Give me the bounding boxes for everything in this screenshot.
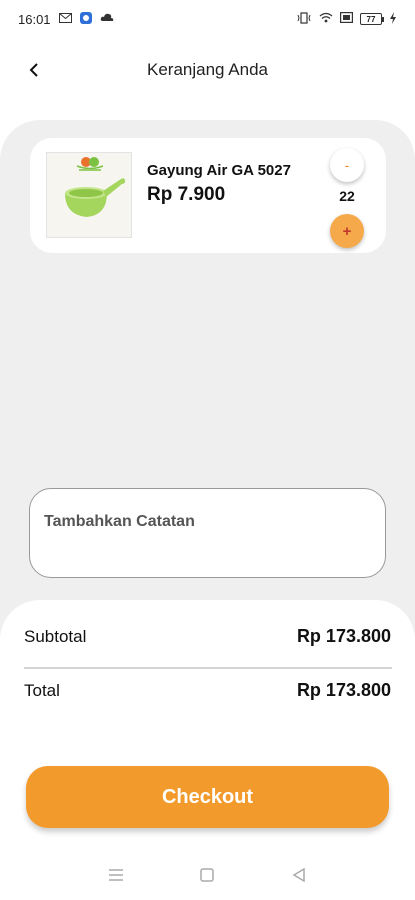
back-button[interactable] (20, 56, 48, 84)
total-row: Total Rp 173.800 (24, 680, 391, 701)
summary-divider (24, 667, 392, 669)
product-name: Gayung Air GA 5027 (147, 162, 291, 179)
vibrate-icon (296, 11, 312, 27)
screen-icon (340, 12, 354, 26)
app-notification-icon (79, 11, 92, 27)
increase-quantity-button[interactable]: + (330, 214, 364, 248)
nav-home-button[interactable] (192, 860, 222, 890)
subtotal-value: Rp 173.800 (296, 626, 391, 646)
triangle-back-icon (292, 868, 305, 882)
nav-menu-button[interactable] (101, 860, 131, 890)
nav-back-button[interactable] (284, 860, 314, 890)
cloud-icon (100, 13, 114, 25)
decrease-quantity-button[interactable]: - (330, 148, 364, 182)
page-title: Keranjang Anda (147, 60, 268, 79)
total-label: Total (24, 680, 60, 700)
home-square-icon (200, 868, 215, 882)
mail-icon (58, 12, 72, 26)
menu-icon (108, 869, 123, 881)
header: Keranjang Anda (0, 48, 415, 92)
status-time: 16:01 (18, 11, 51, 27)
total-value: Rp 173.800 (296, 680, 391, 700)
status-right: 77 (296, 11, 397, 27)
battery-icon: 77 (360, 13, 384, 25)
checkout-button[interactable]: Checkout (26, 766, 389, 828)
status-left: 16:01 (18, 11, 114, 27)
system-nav-bar (0, 850, 415, 900)
wifi-icon (319, 12, 333, 26)
product-image[interactable] (46, 152, 132, 238)
subtotal-row: Subtotal Rp 173.800 (24, 626, 391, 647)
quantity-value: 22 (339, 188, 355, 204)
cart-item-card: Gayung Air GA 5027 Rp 7.900 - 22 + (30, 138, 386, 253)
product-price: Rp 7.900 (147, 184, 226, 205)
subtotal-label: Subtotal (24, 626, 87, 646)
status-bar: 16:01 77 (0, 0, 415, 38)
note-input[interactable]: Tambahkan Catatan (29, 488, 386, 578)
chevron-left-icon (29, 63, 38, 77)
charging-icon (389, 11, 397, 27)
